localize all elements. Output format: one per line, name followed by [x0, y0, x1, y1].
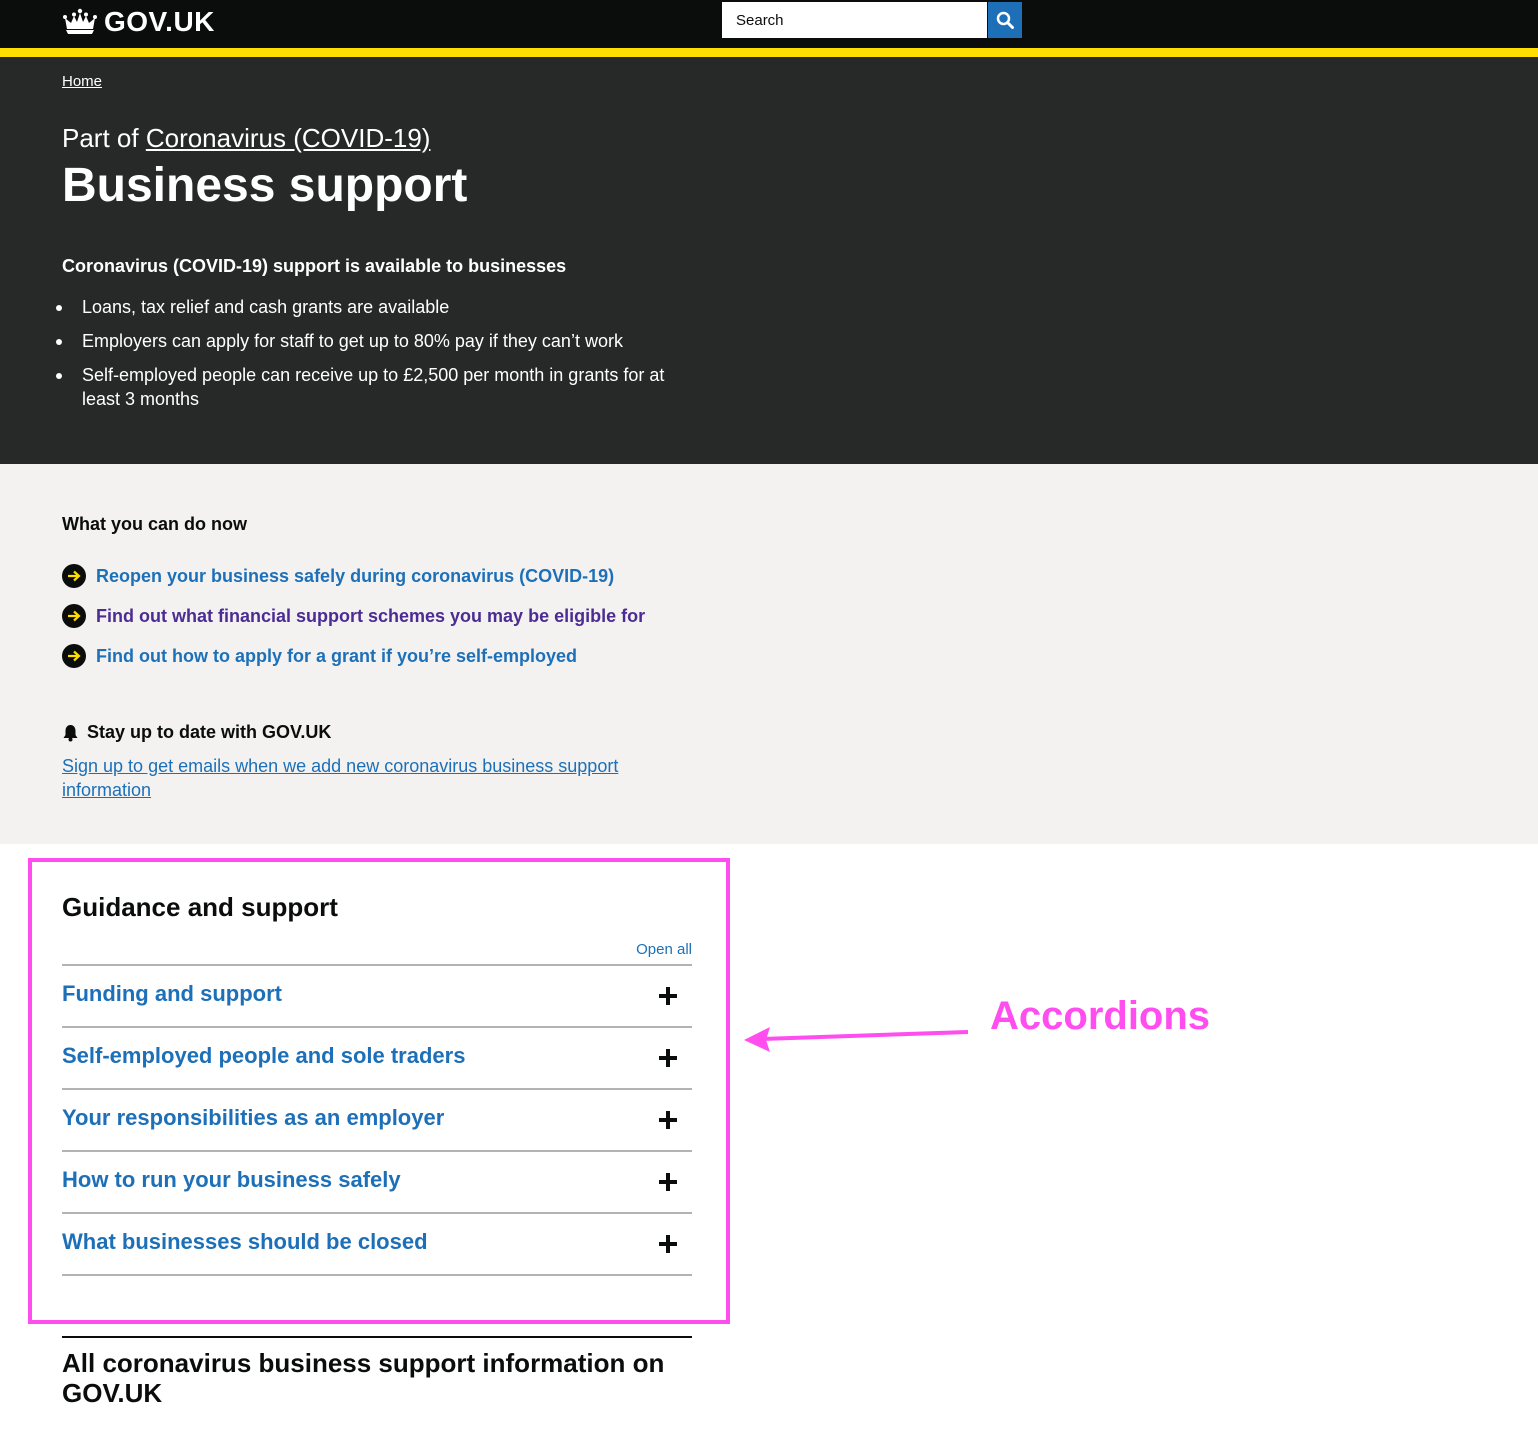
annotation-arrow-icon	[744, 1027, 969, 1052]
action-link-self-employed-grant[interactable]: Find out how to apply for a grant if you…	[96, 646, 577, 667]
guidance-accordion: Funding and support Self-employed people…	[62, 964, 692, 1276]
actions-title: What you can do now	[62, 514, 247, 534]
arrow-right-icon	[62, 564, 86, 588]
arrow-right-icon	[62, 644, 86, 668]
accordion-section-run-safely[interactable]: How to run your business safely	[62, 1152, 692, 1214]
part-of-prefix: Part of	[62, 123, 139, 153]
hero-bullet: Self-employed people can receive up to £…	[56, 363, 692, 411]
hero-bullet: Employers can apply for staff to get up …	[56, 329, 692, 353]
search-button[interactable]	[988, 2, 1022, 38]
stay-title: Stay up to date with GOV.UK	[87, 722, 332, 742]
action-item: Reopen your business safely during coron…	[62, 564, 614, 588]
page-title: Business support	[62, 159, 468, 212]
stay-up-to-date: Stay up to date with GOV.UK	[62, 722, 331, 743]
accordion-heading[interactable]: Funding and support	[62, 981, 282, 1007]
breadcrumb-home-link[interactable]: Home	[62, 73, 102, 90]
header-accent-bar	[0, 48, 1538, 57]
plus-icon[interactable]	[659, 987, 677, 1005]
accordion-section-closed[interactable]: What businesses should be closed	[62, 1214, 692, 1276]
search-icon	[996, 11, 1014, 29]
action-item: Find out how to apply for a grant if you…	[62, 644, 577, 668]
annotation-label: Accordions	[990, 994, 1211, 1038]
action-item: Find out what financial support schemes …	[62, 604, 645, 628]
crown-icon	[63, 8, 97, 34]
accordion-heading[interactable]: How to run your business safely	[62, 1167, 401, 1193]
govuk-logo-text: GOV.UK	[104, 6, 215, 37]
section-divider	[62, 1336, 692, 1338]
hero-bullet-list: Loans, tax relief and cash grants are av…	[56, 295, 692, 421]
actions-section: What you can do now Reopen your business…	[0, 464, 1538, 844]
plus-icon[interactable]	[659, 1049, 677, 1067]
all-info-title: All coronavirus business support informa…	[62, 1348, 665, 1408]
plus-icon[interactable]	[659, 1111, 677, 1129]
plus-icon[interactable]	[659, 1235, 677, 1253]
hero-bullet: Loans, tax relief and cash grants are av…	[56, 295, 692, 319]
site-header: GOV.UK	[0, 0, 1538, 48]
email-signup-link[interactable]: Sign up to get emails when we add new co…	[62, 754, 662, 802]
open-all-button[interactable]: Open all	[600, 941, 692, 958]
part-of-caption: Part of Coronavirus (COVID-19)	[62, 123, 430, 154]
accordion-heading[interactable]: What businesses should be closed	[62, 1229, 428, 1255]
accordion-section-employer[interactable]: Your responsibilities as an employer	[62, 1090, 692, 1152]
accordion-section-funding[interactable]: Funding and support	[62, 966, 692, 1028]
search-input[interactable]	[722, 2, 987, 38]
part-of-link[interactable]: Coronavirus (COVID-19)	[146, 123, 431, 153]
guidance-title: Guidance and support	[62, 892, 338, 922]
action-link-financial-support[interactable]: Find out what financial support schemes …	[96, 606, 645, 627]
plus-icon[interactable]	[659, 1173, 677, 1191]
hero-subheading: Coronavirus (COVID-19) support is availa…	[62, 256, 567, 276]
accordion-section-self-employed[interactable]: Self-employed people and sole traders	[62, 1028, 692, 1090]
bell-icon	[63, 724, 78, 741]
arrow-right-icon	[62, 604, 86, 628]
hero-section: Home Part of Coronavirus (COVID-19) Busi…	[0, 57, 1538, 464]
govuk-logo-link[interactable]: GOV.UK	[62, 5, 215, 39]
accordion-heading[interactable]: Your responsibilities as an employer	[62, 1105, 444, 1131]
accordion-heading[interactable]: Self-employed people and sole traders	[62, 1043, 465, 1069]
action-link-reopen[interactable]: Reopen your business safely during coron…	[96, 566, 614, 587]
